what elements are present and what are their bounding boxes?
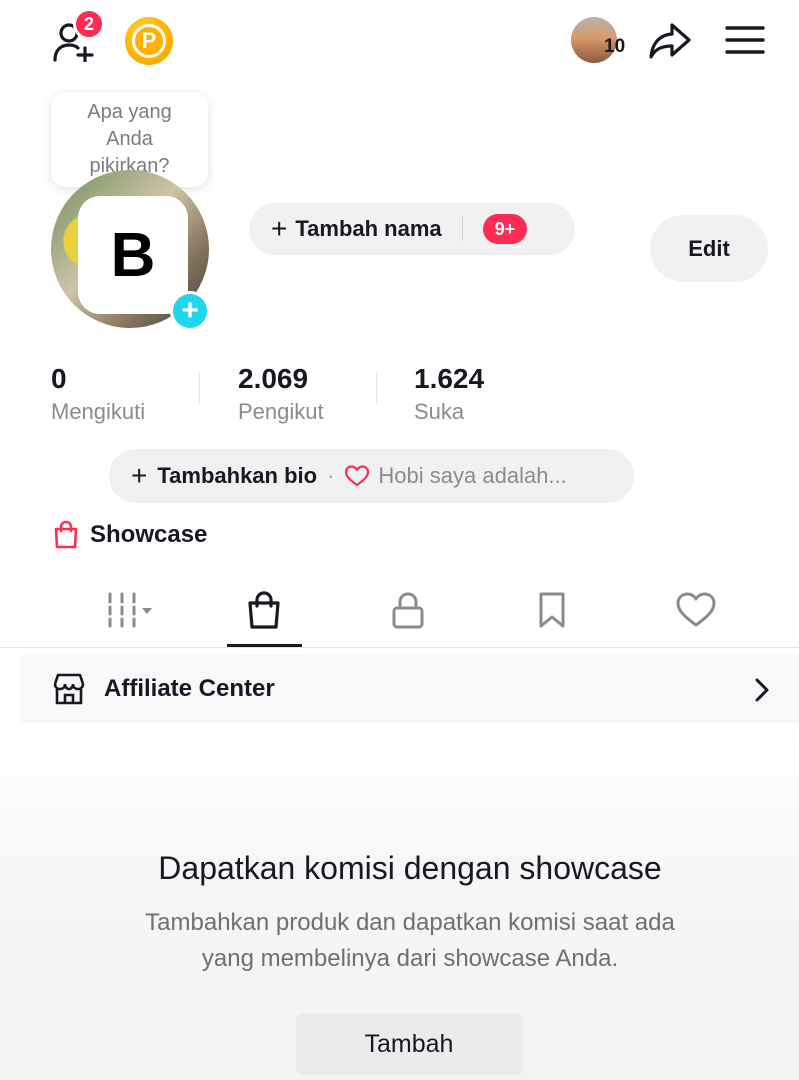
followers-count: 2.069 xyxy=(238,363,309,394)
coin-button[interactable]: P xyxy=(125,17,173,65)
tab-saved[interactable] xyxy=(514,582,590,638)
following-count: 0 xyxy=(51,363,67,394)
stat-divider xyxy=(199,372,200,404)
likes-count: 1.624 xyxy=(414,363,485,394)
active-tab-indicator xyxy=(227,644,302,647)
notification-count-badge: 9+ xyxy=(482,214,528,244)
empty-state-title: Dapatkan komisi dengan showcase xyxy=(158,850,662,886)
following-label: Mengikuti xyxy=(51,399,146,424)
hamburger-menu-icon xyxy=(725,26,765,54)
add-avatar-plus-icon[interactable]: + xyxy=(170,291,210,331)
likes-label: Suka xyxy=(414,399,465,424)
add-product-button[interactable]: Tambah xyxy=(296,1013,522,1075)
tab-private[interactable] xyxy=(370,582,446,638)
empty-state-description-line1: Tambahkan produk dan dapatkan komisi saa… xyxy=(145,909,675,936)
empty-state-description-line2: yang membelinya dari showcase Anda. xyxy=(201,945,619,972)
menu-button[interactable] xyxy=(722,20,768,60)
story-view-count: 10 xyxy=(604,36,626,57)
tab-liked[interactable] xyxy=(658,582,734,638)
stat-divider xyxy=(376,372,377,404)
add-name-pill[interactable]: + Tambah nama 9+ xyxy=(249,203,575,255)
add-bio-label: Tambahkan bio xyxy=(157,463,318,488)
avatar-letter-overlay: B xyxy=(78,196,188,314)
lock-icon xyxy=(392,592,424,629)
add-bio-pill[interactable]: + Tambahkan bio · Hobi saya adalah... xyxy=(109,449,634,503)
heart-outline-icon xyxy=(345,465,370,487)
affiliate-center-label: Affiliate Center xyxy=(104,675,275,702)
share-button[interactable] xyxy=(645,18,695,64)
followers-label: Pengikut xyxy=(238,399,324,424)
stat-followers[interactable]: 2.069 Pengikut xyxy=(238,360,324,426)
plus-icon: + xyxy=(271,213,288,244)
bio-separator: · xyxy=(327,463,335,488)
edit-profile-button[interactable]: Edit xyxy=(650,215,768,282)
stat-following[interactable]: 0 Mengikuti xyxy=(51,360,145,426)
tab-showcase[interactable] xyxy=(226,582,302,638)
stat-likes[interactable]: 1.624 Suka xyxy=(414,360,484,426)
plus-icon: + xyxy=(131,460,148,491)
tooltip-text: Apa yang Anda pikirkan? xyxy=(87,101,172,177)
friends-notification-badge: 2 xyxy=(73,8,105,40)
showcase-link[interactable]: Showcase xyxy=(52,520,207,550)
affiliate-center-row[interactable]: Affiliate Center xyxy=(20,655,799,723)
coin-icon: P xyxy=(132,24,166,58)
pill-divider xyxy=(461,217,463,241)
tab-videos[interactable] xyxy=(88,582,164,638)
empty-state-description: Tambahkan produk dan dapatkan komisi saa… xyxy=(0,905,799,977)
heart-icon xyxy=(676,592,716,627)
grid-icon xyxy=(108,592,152,628)
add-name-label: Tambah nama xyxy=(295,216,442,241)
chevron-right-icon xyxy=(755,678,769,702)
share-arrow-icon xyxy=(649,23,691,59)
bio-hint-text: Hobi saya adalah... xyxy=(378,463,567,488)
showcase-label: Showcase xyxy=(90,521,208,548)
storefront-icon xyxy=(53,673,85,705)
shopping-bag-icon xyxy=(54,520,78,549)
bookmark-icon xyxy=(539,592,565,628)
tabs-divider xyxy=(0,647,799,648)
shopping-bag-icon xyxy=(248,591,280,629)
